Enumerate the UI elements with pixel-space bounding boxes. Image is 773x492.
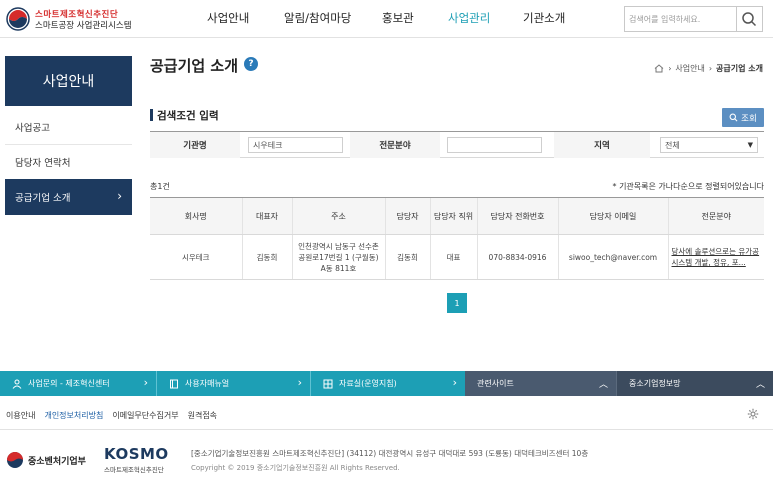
footer-manual-bar[interactable]: 사용자매뉴얼 ›	[156, 371, 310, 396]
footer-link-email-refusal[interactable]: 이메일무단수집거부	[112, 410, 178, 421]
region-label: 지역	[554, 132, 650, 158]
search-filter-row: 기관명 시우테크 전문분야 지역 전체 ▼	[150, 131, 764, 158]
header-search	[624, 6, 763, 32]
company-label: 기관명	[150, 132, 240, 158]
logo-emblem-icon	[6, 7, 30, 31]
footer-divider	[0, 429, 773, 430]
footer-sme-info-bar[interactable]: 중소기업정보망 ︿	[616, 371, 773, 396]
page-title: 공급기업 소개	[150, 57, 239, 75]
search-section-title: 검색조건 입력	[157, 110, 219, 122]
chevron-right-icon: ›	[297, 376, 302, 389]
nav-business-management[interactable]: 사업관리	[448, 10, 490, 26]
result-count: 총1건	[150, 182, 170, 191]
kosmo-logo-text: KOSMO	[104, 445, 169, 463]
site-logo[interactable]: 스마트제조혁신추진단 스마트공장 사업관리시스템	[6, 6, 146, 32]
region-select-value: 전체	[665, 140, 680, 150]
page-1-button[interactable]: 1	[447, 293, 467, 313]
breadcrumb-separator: ›	[708, 64, 713, 73]
book-icon	[170, 379, 178, 388]
site-header: 스마트제조혁신추진단 스마트공장 사업관리시스템 사업안내 알림/참여마당 홍보…	[0, 0, 773, 38]
nav-about[interactable]: 기관소개	[523, 10, 565, 26]
footer-link-privacy[interactable]: 개인정보처리방침	[44, 410, 103, 421]
sidebar-item-announcement[interactable]: 사업공고	[5, 109, 132, 145]
mss-logo-text: 중소벤처기업부	[28, 457, 86, 467]
table-row[interactable]: 시우테크 김동희 인천광역시 남동구 선수촌공원로17번길 1 (구월동) A동…	[150, 234, 764, 280]
kosmo-logo[interactable]: KOSMO 스마트제조혁신추진단	[104, 445, 169, 474]
person-icon	[12, 379, 22, 389]
search-input[interactable]	[629, 11, 734, 27]
company-input[interactable]: 시우테크	[248, 137, 343, 153]
search-icon	[742, 12, 757, 27]
sidebar-item-label: 공급기업 소개	[15, 193, 71, 204]
footer-link-guide[interactable]: 이용안내	[6, 410, 35, 421]
breadcrumb-current: 공급기업 소개	[716, 64, 763, 73]
sidebar-item-label: 담당자 연락처	[15, 157, 71, 169]
footer-inquiry-bar[interactable]: 사업문의 - 제조혁신센터 ›	[0, 371, 156, 396]
column-header: 담당자 전화번호	[476, 197, 558, 235]
cell-position: 대표	[429, 234, 477, 280]
cell-address: 인천광역시 남동구 선수촌공원로17번길 1 (구월동) A동 811호	[291, 234, 385, 280]
query-button-label: 조회	[741, 113, 757, 124]
footer-sme-info-label: 중소기업정보망	[629, 379, 681, 388]
footer-manual-label: 사용자매뉴얼	[185, 379, 230, 388]
footer-address: [중소기업기술정보진흥원 스마트제조혁신추진단] (34112) 대전광역시 유…	[191, 449, 589, 458]
help-icon[interactable]: ?	[244, 57, 258, 71]
nav-business-guide[interactable]: 사업안내	[207, 10, 249, 26]
kosmo-logo-subtitle: 스마트제조혁신추진단	[104, 466, 164, 474]
gear-icon[interactable]	[747, 408, 759, 420]
chevron-up-icon: ︿	[598, 380, 608, 390]
search-button[interactable]	[736, 7, 762, 31]
sort-note: * 기관목록은 가나다순으로 정렬되어있습니다	[612, 182, 764, 191]
footer-inquiry-label: 사업문의 - 제조혁신센터	[28, 379, 110, 388]
field-input[interactable]	[447, 137, 542, 153]
column-header: 담당자	[384, 197, 430, 235]
chevron-up-icon: ︿	[755, 380, 765, 390]
footer-archive-bar[interactable]: 자료실(운영지침) ›	[310, 371, 465, 396]
column-header: 대표자	[241, 197, 292, 235]
cell-company[interactable]: 시우테크	[150, 234, 242, 280]
search-icon	[729, 113, 738, 122]
footer-link-remote[interactable]: 원격접속	[188, 410, 217, 421]
home-icon[interactable]	[654, 64, 664, 73]
column-header: 주소	[291, 197, 385, 235]
region-select[interactable]: 전체 ▼	[660, 137, 758, 153]
breadcrumb: › 사업안내 › 공급기업 소개	[654, 63, 763, 74]
cell-contact: 김동희	[384, 234, 430, 280]
cell-phone: 070-8834-0916	[476, 234, 558, 280]
query-button[interactable]: 조회	[722, 108, 764, 127]
chevron-right-icon: ›	[452, 376, 457, 389]
breadcrumb-item[interactable]: 사업안내	[675, 63, 704, 74]
nav-notice[interactable]: 알림/참여마당	[284, 10, 351, 26]
sidebar-title: 사업안내	[5, 56, 132, 106]
table-header-row: 회사명 대표자 주소 담당자 담당자 직위 담당자 전화번호 담당자 이메일 전…	[150, 197, 764, 235]
column-header: 전문분야	[667, 197, 764, 235]
footer-related-sites-bar[interactable]: 관련사이트 ︿	[465, 371, 616, 396]
sidebar-item-contacts[interactable]: 담당자 연락처	[5, 144, 132, 180]
cell-specialty-link[interactable]: 당사에 솔루션으로는 유가공시스템 개발, 정유, 포...	[667, 234, 764, 280]
field-label: 전문분야	[350, 132, 440, 158]
footer-related-sites-label: 관련사이트	[477, 379, 514, 388]
footer-archive-label: 자료실(운영지침)	[339, 379, 397, 388]
sidebar-item-label: 사업공고	[15, 122, 50, 134]
sidebar-item-supplier-intro[interactable]: 공급기업 소개 ›	[5, 179, 132, 215]
mss-emblem-icon	[7, 452, 23, 468]
chevron-right-icon: ›	[117, 189, 122, 203]
breadcrumb-separator: ›	[668, 64, 672, 73]
footer-links: 이용안내 개인정보처리방침 이메일무단수집거부 원격접속	[6, 410, 217, 421]
caret-down-icon: ▼	[747, 141, 753, 149]
nav-pr[interactable]: 홍보관	[382, 10, 414, 26]
column-header: 담당자 직위	[429, 197, 477, 235]
chevron-right-icon: ›	[143, 376, 148, 389]
archive-icon	[323, 379, 333, 388]
column-header: 회사명	[150, 197, 242, 235]
footer-copyright: Copyright © 2019 중소기업기술정보진흥원 All Rights …	[191, 464, 400, 472]
section-marker	[150, 109, 153, 121]
mss-logo[interactable]: 중소벤처기업부	[6, 450, 98, 468]
logo-subtitle: 스마트공장 사업관리시스템	[35, 21, 132, 31]
cell-ceo: 김동희	[241, 234, 292, 280]
column-header: 담당자 이메일	[557, 197, 668, 235]
supplier-table: 회사명 대표자 주소 담당자 담당자 직위 담당자 전화번호 담당자 이메일 전…	[150, 197, 764, 280]
cell-email: siwoo_tech@naver.com	[557, 234, 668, 280]
